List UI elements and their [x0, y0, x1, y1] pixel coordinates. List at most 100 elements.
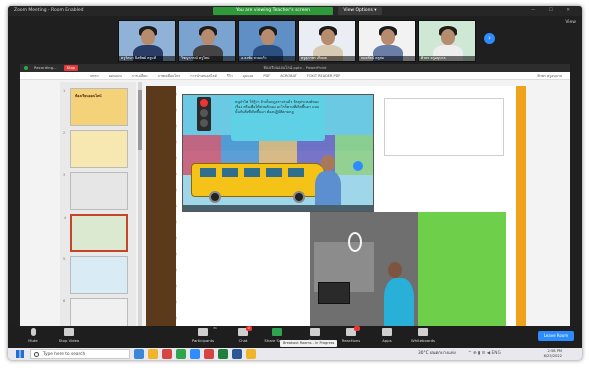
- slide-number: 1: [63, 89, 66, 93]
- participant-face: [201, 29, 215, 45]
- weather-widget[interactable]: 30°C ฝนตกบางแห่ง: [418, 348, 456, 360]
- windows-taskbar: Type here to search 30°C ฝนตกบางแห่ง ^ ⊕…: [8, 348, 582, 360]
- zoom-titlebar: Zoom Meeting - Room Enabled You are view…: [8, 6, 582, 16]
- taskbar-app-icon[interactable]: [134, 349, 144, 359]
- scrollbar-thumb[interactable]: [138, 90, 142, 150]
- slide-thumbnail[interactable]: 1 ห้องเรียนออนไลน์: [63, 88, 128, 126]
- participant-name: ครูรัตนา นิลทิพย์ ครูแท้: [119, 56, 175, 61]
- video-camera-icon: [64, 328, 74, 336]
- camera-person-body: [384, 278, 414, 326]
- slide-number: 2: [63, 131, 66, 135]
- ribbon-tab[interactable]: การนำเสนอสไลด์: [190, 72, 216, 79]
- stop-recording-button[interactable]: Stop: [64, 65, 78, 71]
- participant-tile[interactable]: ครูสุภาพร เกิดผล: [298, 20, 356, 62]
- video-presenter: [313, 155, 343, 205]
- slide-title: ห้องเรียนออนไลน์: [75, 94, 102, 98]
- taskbar-app-icon[interactable]: [218, 349, 228, 359]
- slide-panel-scrollbar[interactable]: [138, 82, 142, 326]
- ribbon-tab[interactable]: ACROBAT: [280, 72, 297, 79]
- ribbon-tab[interactable]: แทรก: [90, 72, 99, 79]
- reactions-icon: [346, 326, 360, 336]
- weather-desc: ฝนตกบางแห่ง: [430, 351, 456, 356]
- whiteboards-button[interactable]: Whiteboards: [406, 328, 440, 343]
- taskbar-app-icon[interactable]: [246, 349, 256, 359]
- participant-tile[interactable]: อ.ธงชัย สวนแก้ว: [238, 20, 296, 62]
- chat-button[interactable]: 2 Chat: [226, 326, 260, 343]
- participant-tile[interactable]: ศิวพร ครูอนุบาล: [418, 20, 476, 62]
- ribbon-tab[interactable]: การเปลี่ยน: [132, 72, 148, 79]
- zoom-toolbar: Mute Stop Video 31 Participants 2 Chat S…: [8, 326, 582, 348]
- clock-date: 6/25/2022: [543, 354, 562, 358]
- reactions-label: Reactions: [341, 338, 361, 343]
- participant-name: อ.ธงชัย สวนแก้ว: [239, 56, 295, 61]
- traffic-light-red: [200, 99, 208, 107]
- slide-textbox[interactable]: [384, 98, 504, 156]
- whiteboard-icon: [418, 328, 428, 336]
- camera-person-head: [388, 262, 402, 278]
- participant-face: [261, 29, 275, 45]
- windows-start-icon[interactable]: [16, 350, 24, 358]
- video-controls[interactable]: [183, 205, 373, 211]
- bus-window: [222, 168, 238, 177]
- slide-thumbnail-panel: 1 ห้องเรียนออนไลน์ 2 3 4 5 6: [60, 82, 136, 326]
- participant-name: ครูสุภาพร เกิดผล: [299, 56, 355, 61]
- participants-label: Participants: [191, 338, 215, 343]
- taskbar-app-icon[interactable]: [204, 349, 214, 359]
- taskbar-search-input[interactable]: Type here to search: [30, 349, 130, 359]
- viewing-notice: You are viewing Teacher's screen: [213, 7, 333, 15]
- ribbon-tab[interactable]: มุมมอง: [243, 72, 254, 79]
- ribbon-tab[interactable]: รีวิว: [227, 72, 233, 79]
- video-next-arrow-icon[interactable]: [353, 161, 363, 171]
- bus-wheel: [293, 191, 305, 203]
- green-screen: [418, 212, 506, 326]
- taskbar-clock[interactable]: 2:58 PM 6/25/2022: [544, 348, 562, 359]
- taskbar-app-icon[interactable]: [232, 349, 242, 359]
- traffic-light-yellow: [200, 109, 208, 117]
- slide-thumbnail[interactable]: 2: [63, 130, 128, 168]
- slide-number: 5: [63, 257, 66, 261]
- participant-face: [381, 29, 395, 45]
- participant-tile[interactable]: ครูรัตนา นิลทิพย์ ครูแท้: [118, 20, 176, 62]
- view-button[interactable]: View: [565, 20, 576, 25]
- leave-room-button[interactable]: Leave Room: [538, 331, 574, 341]
- participant-name: ศิวพร ครูอนุบาล: [419, 56, 475, 61]
- account-name[interactable]: ศิวพร ครูอนุบาล: [537, 72, 562, 80]
- bus-window: [288, 168, 304, 177]
- participants-button[interactable]: 31 Participants: [186, 326, 220, 343]
- taskbar-apps: [134, 349, 256, 359]
- mute-button[interactable]: Mute: [16, 328, 50, 343]
- participant-face: [141, 29, 155, 45]
- participant-tile[interactable]: วิชญาภรณ์ ครูใหม่: [178, 20, 236, 62]
- ribbon-tab[interactable]: PDF: [263, 72, 270, 79]
- taskbar-app-icon[interactable]: [148, 349, 158, 359]
- weather-temp: 30°C: [418, 351, 429, 356]
- participant-name: วิชญาภรณ์ ครูใหม่: [179, 56, 235, 61]
- slide-thumbnail[interactable]: 5: [63, 256, 128, 294]
- view-options-button[interactable]: View Options ▾: [338, 7, 382, 15]
- video-speech-bubble: หนูจ๋าไฟ ให้รู้ว่า ถ้าเห็นกฎจราจรแล้ว วั…: [231, 97, 325, 141]
- breakout-rooms-indicator[interactable]: Breakout Rooms - In Progress: [280, 340, 338, 347]
- system-tray[interactable]: ^ ⊕ ▮ ☰ ◀ ENG: [468, 348, 501, 360]
- apps-button[interactable]: Apps: [370, 328, 404, 343]
- taskbar-app-icon[interactable]: [176, 349, 186, 359]
- window-controls[interactable]: — ☐ ✕: [531, 6, 576, 16]
- traffic-light-green: [200, 119, 208, 127]
- ribbon-tabs: แทรก ออกแบบ การเปลี่ยน ภาพเคลื่อนไหว การ…: [20, 72, 570, 80]
- ribbon-tab[interactable]: FOXIT READER PDF: [307, 72, 341, 79]
- slide-video[interactable]: หนูจ๋าไฟ ให้รู้ว่า ถ้าเห็นกฎจราจรแล้ว วั…: [182, 94, 374, 212]
- ribbon-tab[interactable]: ออกแบบ: [109, 72, 122, 79]
- taskbar-app-icon[interactable]: [190, 349, 200, 359]
- taskbar-app-icon[interactable]: [162, 349, 172, 359]
- stop-video-button[interactable]: Stop Video: [52, 328, 86, 343]
- slide-thumbnail[interactable]: 3: [63, 172, 128, 210]
- slide-thumbnail-selected[interactable]: 4: [64, 214, 128, 252]
- recording-dot-icon: [24, 66, 28, 70]
- participants-icon: 31: [198, 326, 217, 336]
- reactions-button[interactable]: Reactions: [334, 326, 368, 343]
- apps-label: Apps: [382, 338, 392, 343]
- slide-thumbnail[interactable]: 6: [63, 298, 128, 326]
- gallery-next-arrow-icon[interactable]: ›: [484, 33, 495, 44]
- participant-tile[interactable]: กมลรัตน์ ครูสม: [358, 20, 416, 62]
- ribbon-tab[interactable]: ภาพเคลื่อนไหว: [158, 72, 181, 79]
- presenter-camera-image: [310, 212, 506, 326]
